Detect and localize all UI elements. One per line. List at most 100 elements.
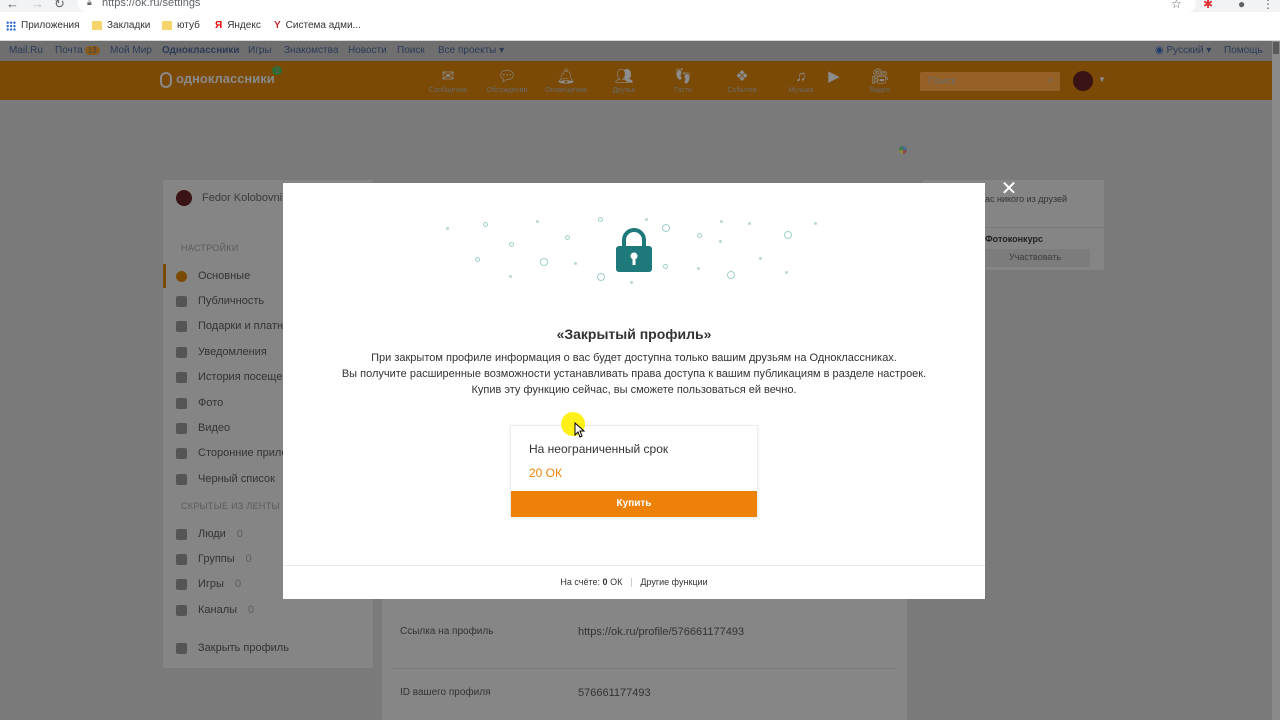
nav-notifications[interactable]: 🔔︎ Оповещения [541, 69, 591, 95]
bookmark-apps[interactable]: Приложения [6, 20, 80, 31]
sidebar-item-label: Видео [198, 422, 231, 434]
browser-toolbar: ← → ↻ 🔒︎ https://ok.ru/settings ☆ ✱ ● ⋮ [0, 0, 1280, 12]
nav-guests[interactable]: 👣︎ Гости [658, 69, 708, 95]
chevron-down-icon[interactable]: ▼ [1098, 75, 1106, 84]
dot [574, 262, 577, 265]
item-count: 0 [245, 553, 252, 565]
topbar-link[interactable]: Поиск [397, 45, 425, 56]
topbar-link[interactable]: Одноклассники [162, 45, 240, 56]
nav-discussions[interactable]: 💬︎ Обсуждения [482, 68, 532, 95]
ok-logo-text: одноклассники [176, 71, 275, 86]
account-icon[interactable]: ● [1238, 0, 1245, 11]
bookmark-label: Система адми... [285, 20, 361, 31]
buy-button[interactable]: Купить [511, 491, 757, 517]
balance-value: 0 [602, 577, 608, 587]
bookmark-item[interactable]: Y Система адми... [274, 20, 361, 31]
menu-icon[interactable]: ⋮ [1262, 0, 1274, 11]
topbar-link[interactable]: Знакомства [284, 45, 338, 56]
ok-logo[interactable]: одноклассники 1 [160, 66, 283, 88]
games-icon [176, 578, 187, 590]
dot [719, 240, 722, 243]
nav-video[interactable]: 🎥︎ Видео [855, 69, 905, 95]
folder-icon [162, 21, 172, 30]
sidebar-item-label: Группы [198, 553, 235, 565]
active-indicator [163, 264, 166, 288]
extension-icon[interactable]: ✱ [1203, 0, 1213, 11]
secure-lock-icon: 🔒︎ [87, 0, 92, 7]
profile-link-value[interactable]: https://ok.ru/profile/576661177493 [578, 626, 744, 638]
scrollbar[interactable] [1272, 41, 1280, 720]
nav-label: Сообщения [429, 87, 467, 94]
topbar-link[interactable]: Mail.Ru [9, 45, 43, 56]
bookmark-item[interactable]: Я Яндекс [215, 20, 261, 31]
sidebar-item-blacklist[interactable]: Черный список0 [176, 473, 292, 485]
topbar-link[interactable]: Игры [248, 45, 272, 56]
sidebar-item-label: Уведомления [198, 346, 267, 358]
divider [283, 565, 985, 566]
friends-text: ас никого из друзей [985, 194, 1068, 204]
bookmark-item[interactable]: Закладки [92, 20, 150, 31]
topbar-link[interactable]: Мой Мир [110, 45, 152, 56]
discussions-icon: 💬︎ [497, 68, 517, 85]
nav-friends[interactable]: 👥︎ Друзья [599, 68, 649, 95]
globe-icon: ◉ [1155, 45, 1164, 56]
address-bar[interactable]: 🔒︎ https://ok.ru/settings [78, 0, 1196, 12]
participate-button[interactable]: Участвовать [980, 249, 1090, 267]
topbar-link[interactable]: Новости [348, 45, 387, 56]
mail-count-badge: 13 [84, 46, 100, 55]
back-icon[interactable]: ← [6, 0, 19, 11]
sidebar-item-publicity[interactable]: Публичность [176, 295, 264, 307]
dot [509, 275, 512, 278]
sidebar-item-people[interactable]: Люди 0 [176, 528, 243, 540]
settings-header: НАСТРОЙКИ [181, 243, 239, 253]
star-icon[interactable]: ☆ [1171, 0, 1182, 11]
sidebar-item-channels[interactable]: Каналы 0 [176, 604, 254, 616]
close-icon[interactable]: ✕ [999, 179, 1019, 199]
sidebar-item-games[interactable]: Игры 0 [176, 578, 241, 590]
dot [727, 271, 735, 279]
profile-settings-card [382, 598, 907, 720]
avatar[interactable] [1073, 71, 1093, 91]
sidebar-item-close-profile[interactable]: Закрыть профиль [176, 642, 289, 654]
other-functions-link[interactable]: Другие функции [640, 577, 707, 587]
language-selector[interactable]: ◉ Русский ▾ [1155, 45, 1211, 56]
user-name: Fedor Kolobovnik [202, 192, 288, 204]
nav-label: Музыка [788, 87, 814, 94]
apps-grid-icon [6, 20, 16, 31]
sidebar-item-groups[interactable]: Группы 0 [176, 553, 252, 565]
search-input[interactable]: Поиск ⌕ [920, 72, 1060, 91]
sidebar-item-label: Основные [198, 270, 251, 282]
sidebar-item-photo[interactable]: Фото [176, 397, 223, 409]
item-count: 0 [236, 528, 243, 540]
nav-label: Видео [869, 87, 891, 94]
bookmark-item[interactable]: ютуб [162, 20, 200, 31]
gear-icon [176, 270, 187, 282]
apps-icon [176, 447, 187, 459]
topbar-link-mail[interactable]: Почта 13 [55, 45, 100, 56]
balance-label: На счёте: [560, 577, 601, 587]
topbar-link[interactable]: Все проекты ▾ [438, 45, 504, 56]
dot [662, 224, 670, 232]
reload-icon[interactable]: ↻ [54, 0, 65, 12]
sidebar-item-label: Публичность [198, 295, 265, 307]
forward-icon[interactable]: → [31, 0, 44, 11]
sidebar-item-notifications[interactable]: Уведомления [176, 346, 267, 358]
sidebar-profile[interactable]: Fedor Kolobovnik [176, 190, 288, 206]
nav-label: Оповещения [545, 87, 587, 94]
nav-messages[interactable]: ✉ Сообщения [423, 69, 473, 95]
search-icon: ⌕ [1047, 74, 1054, 86]
events-icon: ❖ [735, 68, 749, 85]
nav-events[interactable]: ❖ События [717, 68, 767, 95]
offer-term: На неограниченный срок [529, 442, 669, 456]
mouse-cursor-icon [574, 422, 585, 438]
friends-icon: 👥︎ [614, 68, 634, 85]
nav-play[interactable]: ▶ [809, 69, 859, 85]
scrollbar-thumb[interactable] [1273, 42, 1279, 54]
sidebar-item-video[interactable]: Видео [176, 422, 230, 434]
dot [536, 220, 539, 223]
offer-card: На неограниченный срок 20 ОК Купить [510, 425, 758, 517]
sidebar-item-main[interactable]: Основные [176, 270, 250, 282]
dot [509, 242, 514, 247]
help-link[interactable]: Помощь [1224, 45, 1263, 56]
bell-icon [176, 346, 187, 358]
